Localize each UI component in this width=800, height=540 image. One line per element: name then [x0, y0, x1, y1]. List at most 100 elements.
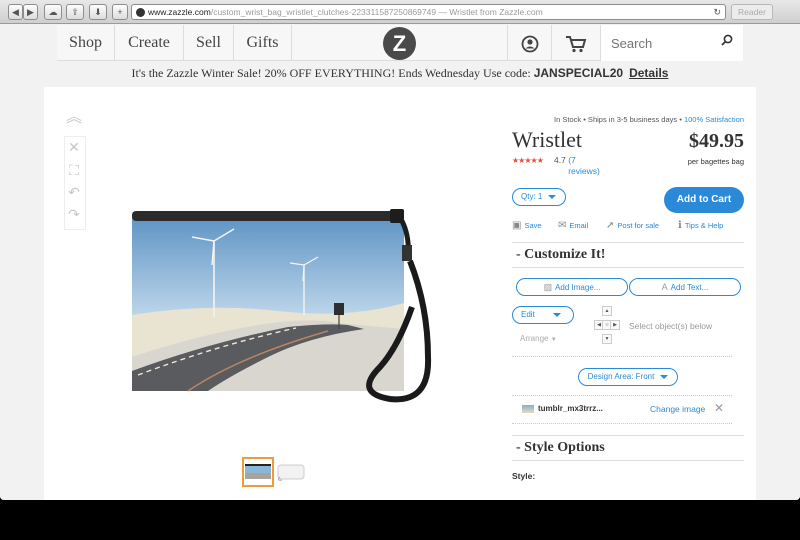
move-down-icon[interactable]: ▼: [602, 334, 612, 344]
reviews-link[interactable]: (7 reviews): [568, 155, 602, 177]
browser-toolbar: ◀ ▶ ☁ ⇪ ⬇ + www.zazzle.com/custom_wrist_…: [0, 0, 800, 24]
thumbnail-side-image: [277, 464, 305, 481]
design-area-label: Design Area: Front: [587, 372, 655, 381]
divider: [512, 356, 732, 357]
search-icon-svg: [721, 34, 733, 46]
post-for-sale-label: Post for sale: [617, 221, 660, 230]
new-tab-button[interactable]: +: [112, 4, 128, 20]
position-dpad: ▲ ◀ ⊕ ▶ ▼: [594, 306, 620, 346]
move-up-icon[interactable]: ▲: [602, 306, 612, 316]
address-bar[interactable]: www.zazzle.com/custom_wrist_bag_wristlet…: [131, 4, 726, 20]
undo-icon[interactable]: ↶: [66, 184, 82, 200]
download-icon[interactable]: ⬇: [89, 4, 107, 20]
zoom-fit-icon[interactable]: ⛶: [66, 162, 82, 178]
info-icon: ℹ: [678, 220, 682, 231]
nav-create[interactable]: Create: [115, 25, 184, 61]
chevron-down-icon: [552, 312, 561, 317]
cart-icon[interactable]: [551, 25, 600, 61]
edit-label: Edit: [521, 310, 535, 319]
promo-details-link[interactable]: Details: [629, 66, 668, 80]
satisfaction-link[interactable]: 100% Satisfaction: [684, 115, 744, 124]
chevron-down-icon: ▼: [550, 337, 557, 343]
nav-gifts[interactable]: Gifts: [234, 25, 292, 61]
url-path: /custom_wrist_bag_wristlet_clutches-2233…: [210, 7, 437, 17]
chevron-down-icon: [660, 374, 669, 379]
browser-window: ◀ ▶ ☁ ⇪ ⬇ + www.zazzle.com/custom_wrist_…: [0, 0, 800, 500]
post-for-sale-action[interactable]: ➚ Post for sale: [606, 220, 659, 231]
zazzle-logo[interactable]: Z: [383, 27, 416, 60]
favicon-icon: [136, 8, 145, 17]
account-icon-svg: [521, 35, 538, 53]
add-text-label: Add Text...: [670, 283, 709, 292]
image-icon: ▨: [543, 282, 553, 292]
share-icon[interactable]: ⇪: [66, 4, 84, 20]
search-icon[interactable]: [721, 33, 733, 49]
edit-dropdown[interactable]: Edit: [512, 306, 574, 324]
account-icon[interactable]: [507, 25, 551, 61]
save-action[interactable]: ▣ Save: [512, 220, 542, 231]
rating-value: 4.7: [554, 155, 566, 165]
thumbnail-front-image: [245, 464, 271, 479]
rating-stars: ★★★★★: [512, 156, 544, 165]
divider: [512, 423, 732, 424]
envelope-icon: ✉: [558, 220, 567, 231]
promo-banner: It's the Zazzle Winter Sale! 20% OFF EVE…: [0, 66, 800, 81]
design-area-dropdown[interactable]: Design Area: Front: [578, 368, 678, 386]
add-image-label: Add Image...: [555, 283, 601, 292]
wristlet-illustration: [132, 209, 432, 403]
redo-icon[interactable]: ↷: [66, 206, 82, 222]
layer-thumbnail: [522, 405, 534, 413]
availability: In Stock • Ships in 3-5 business days • …: [554, 115, 744, 124]
text-icon: A: [661, 282, 668, 292]
quantity-select[interactable]: Qty: 1: [512, 188, 566, 206]
customize-heading[interactable]: - Customize It!: [512, 242, 744, 268]
change-image-link[interactable]: Change image: [650, 404, 705, 414]
price-unit: per bagettes bag: [687, 157, 744, 166]
design-layer-row[interactable]: tumblr_mx3trrz... Change image ✕: [522, 399, 732, 421]
thumbnail-side[interactable]: [276, 463, 306, 481]
collapse-up-icon[interactable]: ︽: [66, 110, 82, 126]
arrange-dropdown: Arrange ▼: [520, 334, 557, 343]
rating-summary: 4.7 (7 reviews): [554, 155, 602, 177]
cart-icon-svg: [566, 36, 587, 53]
thumbnail-front[interactable]: [242, 457, 274, 487]
promo-text: It's the Zazzle Winter Sale! 20% OFF EVE…: [131, 66, 534, 80]
nav-shop[interactable]: Shop: [57, 25, 115, 61]
email-label: Email: [569, 221, 589, 230]
fullscreen-icon[interactable]: ✕: [66, 139, 82, 155]
forward-button[interactable]: ▶: [23, 4, 38, 20]
save-icon: ▣: [512, 220, 522, 231]
add-to-cart-button[interactable]: Add to Cart: [664, 187, 744, 213]
back-button[interactable]: ◀: [8, 4, 23, 20]
layer-name: tumblr_mx3trrz...: [538, 404, 603, 413]
save-label: Save: [524, 221, 542, 230]
availability-text: In Stock • Ships in 3-5 business days •: [554, 115, 684, 124]
product-content: ︽ ✕ ⛶ ↶ ↷ In Stock • Ships in 3-5 busine…: [44, 87, 756, 500]
url-domain: www.zazzle.com: [148, 7, 211, 17]
promo-code: JANSPECIAL20: [533, 66, 624, 80]
site-nav: Shop Create Sell Gifts Z: [57, 25, 743, 61]
product-price: $49.95: [689, 130, 744, 152]
product-image[interactable]: [128, 207, 488, 407]
tips-help-label: Tips & Help: [684, 221, 724, 230]
product-actions: ▣ Save ✉ Email ➚ Post for sale ℹ Tips & Help: [512, 220, 744, 234]
reload-icon[interactable]: ↻: [713, 5, 721, 19]
product-details-panel: In Stock • Ships in 3-5 business days • …: [512, 87, 744, 500]
nav-sell[interactable]: Sell: [184, 25, 234, 61]
add-image-button[interactable]: ▨ Add Image...: [516, 278, 628, 296]
style-options-heading[interactable]: - Style Options: [512, 435, 744, 461]
reader-button[interactable]: Reader: [731, 4, 773, 20]
tips-help-action[interactable]: ℹ Tips & Help: [678, 220, 723, 231]
search-input[interactable]: [611, 34, 711, 52]
style-label: Style:: [512, 471, 536, 481]
close-icon[interactable]: ✕: [714, 401, 724, 415]
move-right-icon[interactable]: ▶: [610, 320, 620, 330]
page-title: — Wristlet from Zazzle.com: [436, 7, 543, 17]
pin-icon: ➚: [606, 220, 615, 231]
chevron-down-icon: [548, 194, 557, 199]
cloud-icon[interactable]: ☁: [44, 4, 62, 20]
divider: [512, 395, 732, 396]
email-action[interactable]: ✉ Email: [558, 220, 588, 231]
product-title: Wristlet: [512, 127, 582, 152]
add-text-button[interactable]: A Add Text...: [629, 278, 741, 296]
